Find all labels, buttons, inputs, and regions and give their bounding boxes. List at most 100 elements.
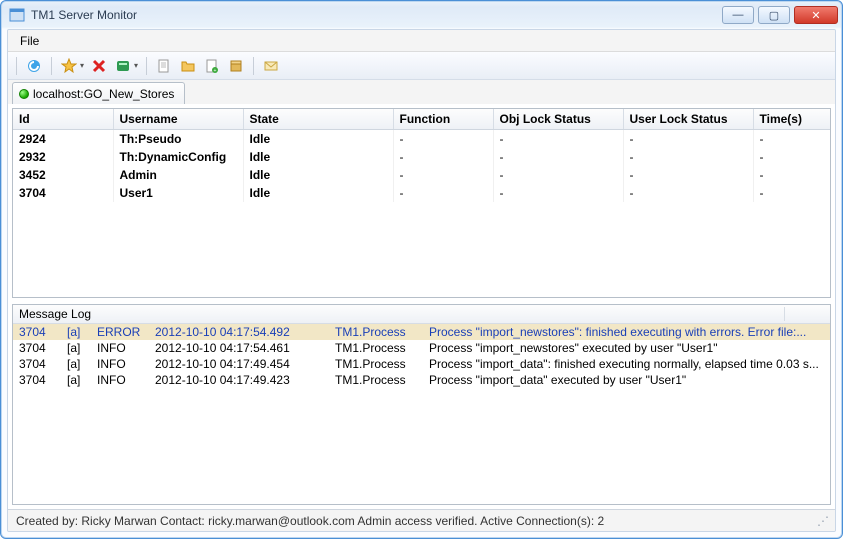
title-bar[interactable]: TM1 Server Monitor — ▢ ✕ xyxy=(1,1,842,29)
col-username[interactable]: Username xyxy=(113,109,243,130)
log-row[interactable]: 3704 [a] INFO 2012-10-10 04:17:49.423 TM1.Pr… xyxy=(13,372,830,388)
log-cell: 3704 xyxy=(19,325,55,339)
log-cell: [a] xyxy=(67,357,85,371)
log-cell: TM1.Process xyxy=(335,357,417,371)
window-title: TM1 Server Monitor xyxy=(31,8,722,22)
dropdown-icon[interactable]: ▾ xyxy=(134,61,138,70)
log-row[interactable]: 3704[a]ERROR2012-10-10 04:17:54.492TM1.P… xyxy=(13,324,830,340)
client-area: File ▾ ▾ + localhost:GO_New_Stores xyxy=(7,29,836,532)
log-panel: Message Log 3704 [a] ERROR 2012-10-10 04:17… xyxy=(12,304,831,505)
log-row[interactable]: 3704[a]INFO2012-10-10 04:17:54.461TM1.Pr… xyxy=(13,340,830,356)
mail-icon[interactable] xyxy=(262,57,280,75)
cell: - xyxy=(493,130,623,149)
log-cell: Process "import_data": finished executin… xyxy=(429,357,824,371)
close-button[interactable]: ✕ xyxy=(794,6,838,24)
log-cell: 2012-10-10 04:17:54.492 xyxy=(155,325,323,339)
col-obj-lock[interactable]: Obj Lock Status xyxy=(493,109,623,130)
cell: - xyxy=(493,166,623,184)
toolbar: ▾ ▾ + xyxy=(8,52,835,80)
cell: Th:Pseudo xyxy=(113,130,243,149)
cell: Th:DynamicConfig xyxy=(113,148,243,166)
cell: - xyxy=(393,130,493,149)
cell: - xyxy=(623,130,753,149)
cell: - xyxy=(753,166,831,184)
window: TM1 Server Monitor — ▢ ✕ File ▾ ▾ + xyxy=(0,0,843,539)
cell: - xyxy=(393,184,493,202)
tab-label: localhost:GO_New_Stores xyxy=(33,87,174,101)
cell: - xyxy=(753,184,831,202)
toolbar-separator xyxy=(16,57,17,75)
status-dot-icon xyxy=(19,89,29,99)
log-cell: [a] xyxy=(67,341,85,355)
cell: - xyxy=(623,148,753,166)
menu-bar: File xyxy=(8,30,835,52)
page-icon[interactable] xyxy=(155,57,173,75)
col-function[interactable]: Function xyxy=(393,109,493,130)
cell: User1 xyxy=(113,184,243,202)
window-buttons: — ▢ ✕ xyxy=(722,6,838,24)
log-cell: [a] xyxy=(67,373,85,387)
status-text: Created by: Ricky Marwan Contact: ricky.… xyxy=(16,514,604,528)
log-cell: 3704 xyxy=(19,341,55,355)
log-row[interactable]: 3704 [a] INFO 2012-10-10 04:17:49.454 TM1.Pr… xyxy=(13,356,830,372)
sessions-table: Id Username State Function Obj Lock Stat… xyxy=(13,109,831,202)
cell: - xyxy=(393,148,493,166)
tab-server[interactable]: localhost:GO_New_Stores xyxy=(12,82,185,104)
cell: Idle xyxy=(243,166,393,184)
log-cell: 2012-10-10 04:17:49.454 xyxy=(155,357,323,371)
log-body[interactable]: 3704 [a] ERROR 2012-10-10 04:17:54.492 TM1.P… xyxy=(13,324,830,504)
log-cell: 2012-10-10 04:17:49.423 xyxy=(155,373,323,387)
refresh-icon[interactable] xyxy=(25,57,43,75)
cell: 3452 xyxy=(13,166,113,184)
toolbar-separator xyxy=(51,57,52,75)
favorite-icon[interactable] xyxy=(60,57,78,75)
page-add-icon[interactable]: + xyxy=(203,57,221,75)
log-cell: 3704 xyxy=(19,373,55,387)
resize-grip-icon[interactable]: ⋰ xyxy=(817,514,827,528)
minimize-button[interactable]: — xyxy=(722,6,754,24)
maximize-button[interactable]: ▢ xyxy=(758,6,790,24)
cell: Idle xyxy=(243,148,393,166)
content: Id Username State Function Obj Lock Stat… xyxy=(8,104,835,509)
app-icon xyxy=(9,7,25,23)
table-row[interactable]: 3704User1Idle---- xyxy=(13,184,831,202)
svg-text:+: + xyxy=(214,68,217,74)
tab-strip: localhost:GO_New_Stores xyxy=(8,80,835,104)
dropdown-icon[interactable]: ▾ xyxy=(80,61,84,70)
cell: 2924 xyxy=(13,130,113,149)
table-row[interactable]: 3452AdminIdle---- xyxy=(13,166,831,184)
table-row[interactable]: 2932Th:DynamicConfigIdle---- xyxy=(13,148,831,166)
cell: - xyxy=(623,166,753,184)
log-cell: 3704 xyxy=(19,357,55,371)
log-cell: [a] xyxy=(67,325,85,339)
cell: - xyxy=(753,130,831,149)
cell: - xyxy=(393,166,493,184)
menu-file[interactable]: File xyxy=(14,32,45,50)
log-title: Message Log xyxy=(19,307,91,321)
col-time[interactable]: Time(s) xyxy=(753,109,831,130)
col-state[interactable]: State xyxy=(243,109,393,130)
cell: Idle xyxy=(243,130,393,149)
log-cell: INFO xyxy=(97,373,143,387)
cell: Admin xyxy=(113,166,243,184)
log-cell: Process "import_newstores": finished exe… xyxy=(429,325,824,339)
sessions-grid[interactable]: Id Username State Function Obj Lock Stat… xyxy=(12,108,831,298)
server-icon[interactable] xyxy=(114,57,132,75)
folder-icon[interactable] xyxy=(179,57,197,75)
table-header-row: Id Username State Function Obj Lock Stat… xyxy=(13,109,831,130)
cell: 3704 xyxy=(13,184,113,202)
status-bar: Created by: Ricky Marwan Contact: ricky.… xyxy=(8,509,835,531)
toolbar-separator xyxy=(253,57,254,75)
col-user-lock[interactable]: User Lock Status xyxy=(623,109,753,130)
delete-icon[interactable] xyxy=(90,57,108,75)
log-cell: INFO xyxy=(97,357,143,371)
box-icon[interactable] xyxy=(227,57,245,75)
cell: 2932 xyxy=(13,148,113,166)
table-row[interactable]: 2924Th:PseudoIdle---- xyxy=(13,130,831,149)
log-cell: ERROR xyxy=(97,325,143,339)
log-cell: TM1.Process xyxy=(335,341,417,355)
log-header[interactable]: Message Log xyxy=(13,305,830,324)
col-id[interactable]: Id xyxy=(13,109,113,130)
log-cell: TM1.Process xyxy=(335,373,417,387)
log-cell: INFO xyxy=(97,341,143,355)
